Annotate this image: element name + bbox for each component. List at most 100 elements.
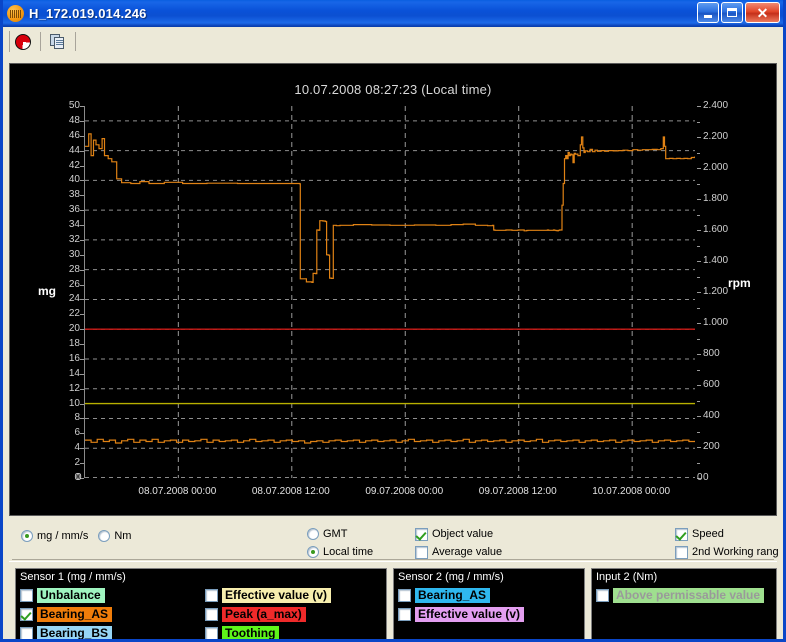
application-window: H_172.019.014.246 ✕ 10.07.2008 08:27:23 … (0, 0, 786, 642)
y-axis-left-tick-label: 34 (68, 219, 80, 231)
x-axis-tick-label: 09.07.2008 00:00 (365, 486, 444, 497)
toolbar (3, 27, 783, 56)
sensor-1-checkbox-3[interactable] (20, 627, 33, 639)
sensor-1-legend-label: Toothing (222, 626, 280, 639)
maximize-button[interactable] (721, 2, 743, 23)
value-option-2[interactable]: Average value (415, 544, 502, 560)
speed-option-label: Speed (692, 528, 724, 540)
time-option-1[interactable]: GMT (307, 526, 373, 542)
speed-option-1[interactable]: Speed (675, 526, 779, 542)
y-axis-left-tick-label: 14 (68, 367, 80, 379)
input-2-checkbox-1[interactable] (596, 589, 609, 602)
minimize-icon (704, 14, 712, 18)
y-axis-right-tick-label: 1.400 (703, 255, 729, 266)
sensor-1-legend-item[interactable]: Bearing_AS (20, 605, 113, 624)
sensor-1-legend-item[interactable]: Toothing (205, 624, 331, 639)
app-bridge-icon (7, 4, 24, 22)
unit-option-label: Nm (114, 530, 132, 542)
y-axis-left-tick-label: 32 (68, 233, 80, 245)
copy-button[interactable] (45, 29, 71, 54)
sensor-2-checkbox-2[interactable] (398, 608, 411, 621)
input-2-title: Input 2 (Nm) (596, 571, 658, 583)
diagram-button[interactable] (10, 29, 36, 54)
sensor-1-checkbox-1[interactable] (205, 589, 218, 602)
unit-option-1[interactable]: mg / mm/s (21, 528, 88, 544)
y-axis-right-minor-tick (697, 276, 700, 278)
window-title: H_172.019.014.246 (29, 5, 147, 21)
copy-icon (50, 34, 66, 49)
sensor-1-legend-label: Peak (a_max) (222, 607, 306, 622)
x-axis-tick-label: 09.07.2008 12:00 (478, 486, 557, 497)
speed-option-2[interactable]: 2nd Working rang (675, 544, 779, 560)
y-axis-left-tick-label: 16 (68, 352, 80, 364)
y-axis-right-tick-label: 800 (703, 348, 720, 359)
sensor-2-panel[interactable]: Sensor 2 (mg / mm/s) Bearing_AS Effective… (393, 568, 585, 639)
unit-radio-group: mg / mm/s Nm (21, 528, 131, 546)
y-axis-right-minor-tick (697, 245, 700, 247)
y-axis-right-tick (697, 168, 701, 169)
y-axis-left-tick-label: 20 (68, 323, 80, 335)
sensor-1-legend-item[interactable]: Bearing_BS (20, 624, 113, 639)
y-axis-right-tick (697, 385, 701, 386)
sensor-2-legend-item[interactable]: Effective value (v) (398, 605, 525, 624)
sensor-2-column-1: Bearing_AS Effective value (v) (398, 586, 525, 624)
radio-1-icon[interactable] (21, 530, 33, 542)
y-axis-right-tick (697, 447, 701, 448)
y-axis-right-tick-label: 1.200 (703, 286, 729, 297)
y-axis-right-tick-label: 400 (703, 410, 720, 421)
y-axis-left-tick-label: 18 (68, 338, 80, 350)
input-2-panel[interactable]: Input 2 (Nm) Above permissable value (591, 568, 777, 639)
x-axis-tick-label: 08.07.2008 00:00 (138, 486, 217, 497)
sensor-2-title: Sensor 2 (mg / mm/s) (398, 571, 504, 583)
sensor-1-checkbox-2[interactable] (20, 608, 33, 621)
series-bearing_as (85, 438, 695, 444)
value-option-1[interactable]: Object value (415, 526, 502, 542)
input-2-column-1: Above permissable value (596, 586, 765, 605)
y-axis-left-tick-label: 48 (68, 114, 80, 126)
close-button[interactable]: ✕ (745, 2, 780, 23)
radio-1-icon[interactable] (307, 528, 319, 540)
maximize-icon (727, 8, 737, 17)
sensor-1-legend-label: Bearing_BS (37, 626, 113, 639)
y-axis-right-unit: rpm (728, 276, 751, 291)
sensor-1-legend-item[interactable]: Effective value (v) (205, 586, 332, 605)
y-axis-right-tick-label: 1.800 (703, 193, 729, 204)
checkbox-2-icon[interactable] (415, 545, 428, 559)
chart-panel[interactable]: 10.07.2008 08:27:23 (Local time) 0 2 4 6 8 10… (9, 63, 777, 516)
sensor-1-panel[interactable]: Sensor 1 (mg / mm/s) Unbalance Bearing_AS… (15, 568, 387, 639)
y-axis-right-tick (697, 292, 701, 293)
sensor-2-checkbox-1[interactable] (398, 589, 411, 602)
checkbox-2-icon[interactable] (675, 545, 688, 559)
window-buttons: ✕ (697, 2, 780, 23)
y-axis-right-minor-tick (697, 214, 700, 216)
radio-2-icon[interactable] (307, 546, 319, 558)
y-axis-right-tick-label: 600 (703, 379, 720, 390)
y-axis-left-tick-label: 42 (68, 159, 80, 171)
unit-option-label: mg / mm/s (37, 530, 89, 542)
time-option-2[interactable]: Local time (307, 544, 373, 560)
y-axis-left-tick-label: 50 (68, 100, 80, 111)
sensor-1-checkbox-1[interactable] (20, 589, 33, 602)
y-axis-right-tick (697, 230, 701, 231)
sensor-1-checkbox-2[interactable] (205, 608, 218, 621)
radio-2-icon[interactable] (98, 530, 111, 542)
options-row: mg / mm/s Nm GMT Local time Object value Av… (9, 522, 779, 562)
sensor-2-legend-item[interactable]: Bearing_AS (398, 586, 524, 605)
checkbox-1-icon[interactable] (415, 527, 428, 541)
close-icon: ✕ (756, 4, 769, 21)
y-axis-left-tick-label: 40 (68, 174, 80, 186)
sensor-1-legend-item[interactable]: Peak (a_max) (205, 605, 331, 624)
sensor-2-legend-label: Effective value (v) (415, 607, 525, 622)
input-2-legend-item[interactable]: Above permissable value (596, 586, 765, 605)
checkbox-1-icon[interactable] (675, 527, 688, 541)
y-axis-right-tick (697, 416, 701, 417)
minimize-button[interactable] (697, 2, 719, 23)
y-axis-right-tick-label: 2.400 (703, 100, 729, 111)
value-option-label: Average value (432, 546, 503, 558)
sensor-1-legend-label: Effective value (v) (222, 588, 332, 603)
unit-option-2[interactable]: Nm (98, 528, 131, 544)
sensor-1-checkbox-3[interactable] (205, 627, 218, 639)
sensor-1-legend-item[interactable]: Unbalance (20, 586, 112, 605)
time-option-label: GMT (323, 528, 348, 540)
y-axis-right-tick-label: 1.600 (703, 224, 729, 235)
